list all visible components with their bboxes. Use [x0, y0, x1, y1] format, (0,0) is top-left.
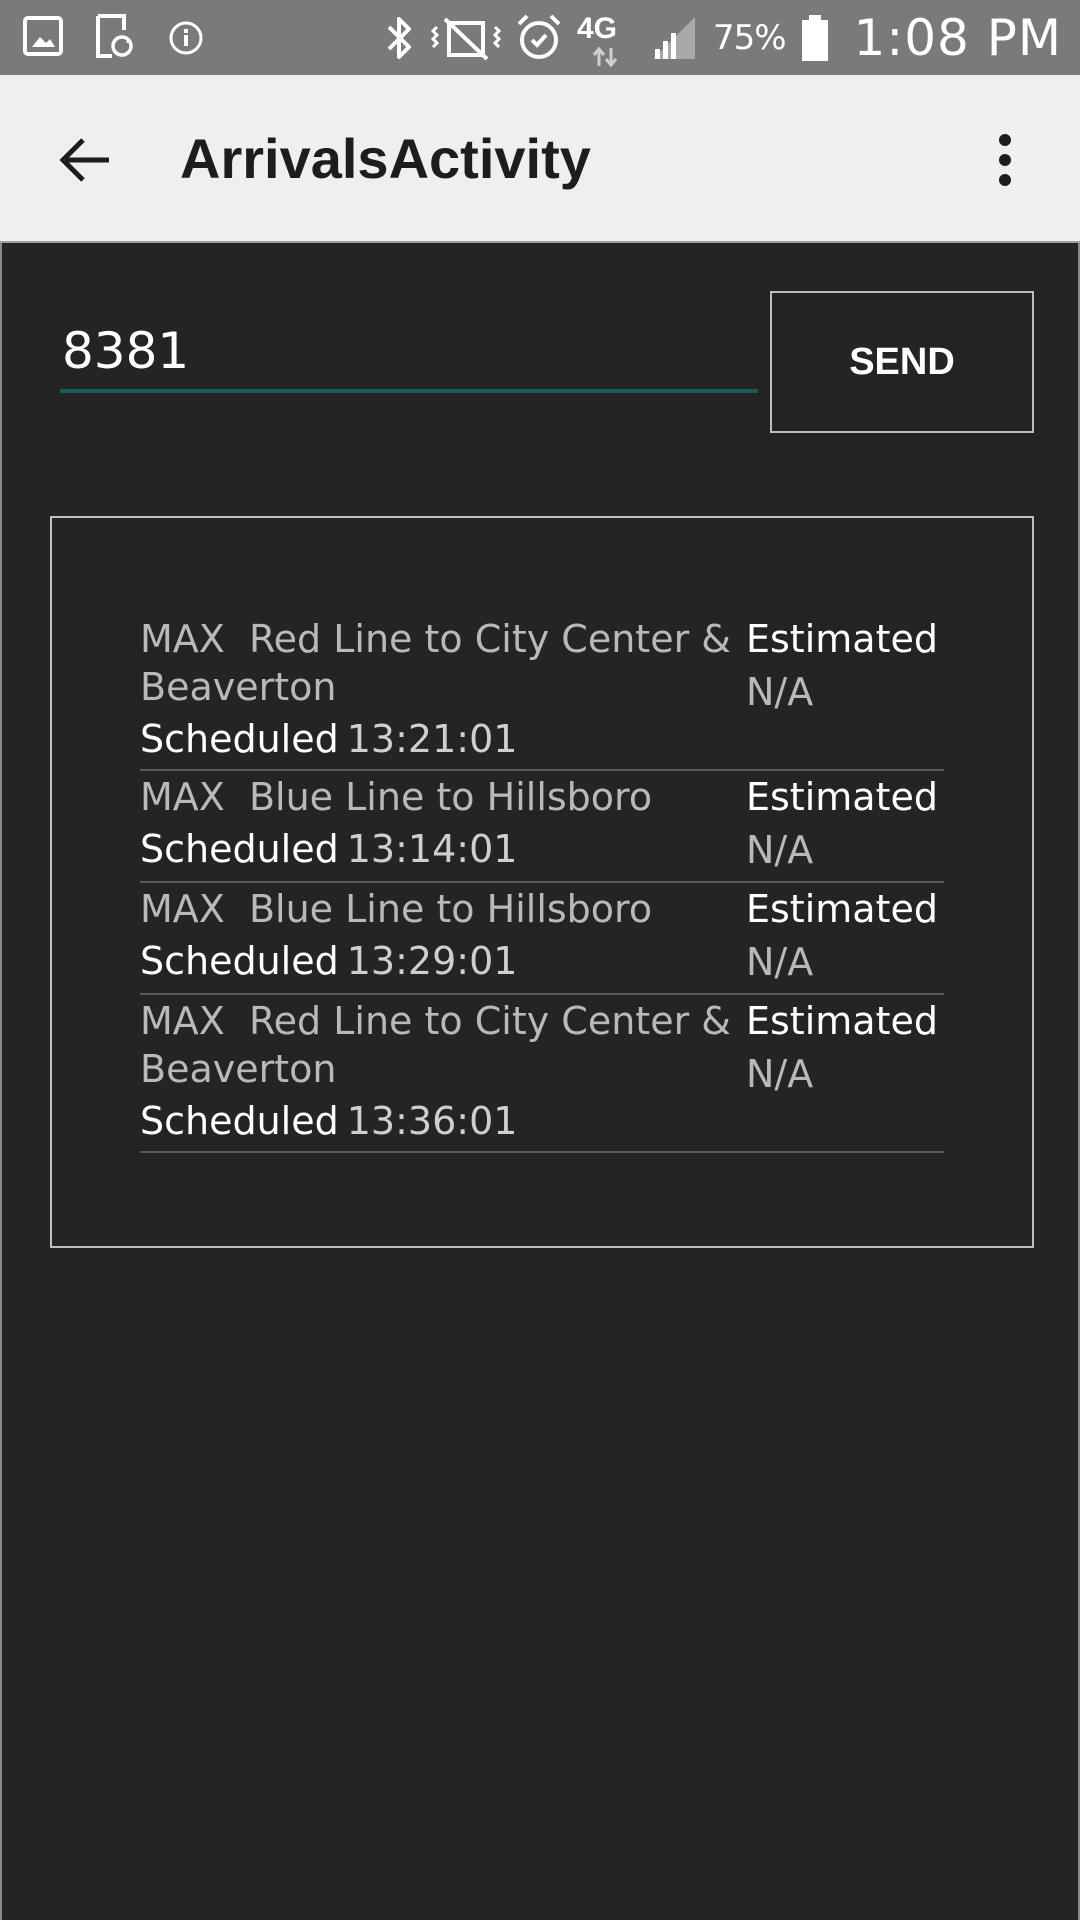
estimated-label: Estimated [746, 887, 938, 931]
status-bar: 4G 75% 1:08 PM [0, 0, 1080, 75]
route-name: MAX Red Line to City Center & Beaverton [140, 999, 731, 1091]
back-button[interactable] [50, 125, 120, 195]
vibrate-mute-icon [430, 17, 501, 60]
scheduled-time: 13:29:01 [346, 939, 518, 983]
scheduled-label: Scheduled [140, 717, 339, 761]
more-vertical-icon [999, 134, 1011, 186]
arrival-row[interactable]: MAX Blue Line to Hillsboro Scheduled 13:… [140, 771, 944, 883]
send-button[interactable]: SEND [770, 291, 1034, 433]
data-activity-icon [592, 46, 618, 67]
estimated-value: N/A [746, 828, 814, 872]
arrival-row[interactable]: MAX Red Line to City Center & Beaverton … [140, 995, 944, 1153]
alarm-icon [517, 14, 561, 59]
arrow-back-icon [59, 138, 109, 182]
arrival-row[interactable]: MAX Red Line to City Center & Beaverton … [140, 613, 944, 771]
info-notification-icon [169, 21, 203, 55]
arrival-row[interactable]: MAX Blue Line to Hillsboro Scheduled 13:… [140, 883, 944, 995]
battery-percentage: 75% [712, 17, 787, 58]
signal-strength-icon [652, 16, 695, 59]
page-title: ArrivalsActivity [180, 127, 591, 190]
stop-id-input[interactable] [60, 313, 758, 393]
scheduled-info: Scheduled 13:29:01 [140, 933, 746, 989]
overflow-menu-button[interactable] [970, 125, 1040, 195]
route-name: MAX Blue Line to Hillsboro [140, 775, 653, 819]
scheduled-info: Scheduled 13:14:01 [140, 821, 746, 877]
scheduled-info: Scheduled 13:21:01 [140, 711, 746, 767]
scheduled-label: Scheduled [140, 1099, 339, 1143]
route-name: MAX Red Line to City Center & Beaverton [140, 617, 731, 709]
estimated-label: Estimated [746, 775, 938, 819]
estimated-label: Estimated [746, 617, 938, 661]
status-bar-system: 4G 75% 1:08 PM [383, 0, 1062, 75]
main-content: SEND MAX Red Line to City Center & Beave… [0, 243, 1080, 1920]
scheduled-label: Scheduled [140, 939, 339, 983]
scheduled-info: Scheduled 13:36:01 [140, 1093, 746, 1149]
image-notification-icon [23, 16, 63, 56]
scheduled-time: 13:14:01 [346, 827, 518, 871]
arrivals-panel: MAX Red Line to City Center & Beaverton … [50, 516, 1034, 1248]
estimated-value: N/A [746, 1052, 814, 1096]
bluetooth-icon [387, 16, 411, 59]
network-type-label: 4G [576, 11, 617, 45]
status-bar-notifications [22, 12, 206, 60]
scheduled-label: Scheduled [140, 827, 339, 871]
estimated-value: N/A [746, 670, 814, 714]
arrivals-list[interactable]: MAX Red Line to City Center & Beaverton … [140, 613, 944, 1153]
app-bar: ArrivalsActivity [0, 75, 1080, 243]
clock: 1:08 PM [853, 8, 1062, 67]
network-type-indicator: 4G [577, 8, 635, 68]
battery-icon [801, 14, 828, 61]
estimated-label: Estimated [746, 999, 938, 1043]
scheduled-time: 13:21:01 [346, 717, 518, 761]
estimated-value: N/A [746, 940, 814, 984]
route-name: MAX Blue Line to Hillsboro [140, 887, 653, 931]
sync-notification-icon [96, 14, 133, 58]
scheduled-time: 13:36:01 [346, 1099, 518, 1143]
